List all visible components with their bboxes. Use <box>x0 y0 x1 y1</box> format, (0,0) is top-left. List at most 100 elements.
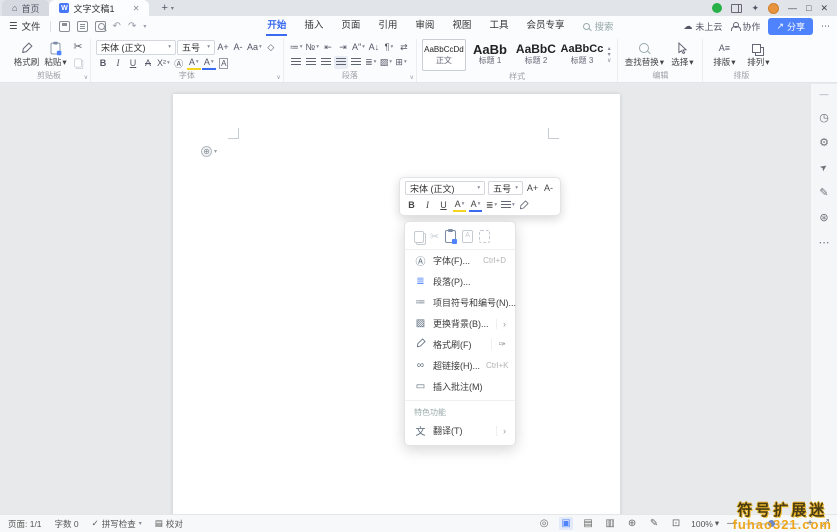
web-layout-icon[interactable]: ⊕ <box>625 517 639 530</box>
sidebar-collapse-icon[interactable]: — <box>820 89 829 99</box>
ink-tool-icon[interactable]: ✎ <box>647 517 661 530</box>
minimize-button[interactable]: — <box>788 3 797 13</box>
font-color-button[interactable]: A ▾ <box>201 57 216 70</box>
mini-line-spacing-button[interactable]: ≣ ▾ <box>485 198 498 212</box>
align-center-button[interactable] <box>304 56 318 69</box>
paragraph-dialog-launcher-icon[interactable]: ∨ <box>410 74 414 81</box>
decrease-indent-button[interactable]: ⇤ <box>321 41 335 54</box>
ctx-item-font[interactable]: Ⓐ 字体(F)... Ctrl+D <box>405 250 515 271</box>
ctx-item-insert-comment[interactable]: ▭ 插入批注(M) <box>405 376 515 397</box>
new-tab-button[interactable]: + ▾ <box>161 2 173 14</box>
shading-button[interactable]: ▨ ▾ <box>379 56 393 69</box>
redo-icon[interactable]: ↷ <box>128 21 136 32</box>
tab-insert[interactable]: 插入 <box>295 16 332 36</box>
read-mode-icon[interactable]: ▥ <box>603 517 617 530</box>
mini-format-painter-button[interactable] <box>518 198 531 212</box>
spellcheck-button[interactable]: ✓ 拼写检查 ▾ <box>92 518 142 530</box>
ctx-item-hyperlink[interactable]: ∞ 超链接(H)... Ctrl+K <box>405 355 515 376</box>
mini-underline-button[interactable]: U <box>437 198 450 212</box>
pin-icon[interactable]: ✑ <box>491 339 506 350</box>
tab-page[interactable]: 页面 <box>332 16 369 36</box>
seal-icon[interactable]: ⊛ <box>819 211 828 224</box>
underline-button[interactable]: U <box>126 57 140 70</box>
ctx-paste-special-icon[interactable] <box>479 230 491 243</box>
properties-icon[interactable]: ⚙ <box>819 136 829 149</box>
workspace-icon[interactable] <box>731 3 743 13</box>
highlight-button[interactable]: A ▾ <box>186 57 201 70</box>
assistant-icon[interactable] <box>712 3 723 13</box>
clear-format-button[interactable]: ◇ <box>264 41 278 54</box>
tab-review[interactable]: 审阅 <box>406 16 443 36</box>
mini-italic-button[interactable]: I <box>421 198 434 212</box>
mini-font-family-select[interactable]: 宋体 (正文) ▾ <box>405 181 486 195</box>
mini-shrink-font-button[interactable]: A- <box>542 181 555 195</box>
arrange-button[interactable]: 排列 ▾ <box>742 41 774 68</box>
ctx-item-change-background[interactable]: ▨ 更换背景(B)... › <box>405 313 515 334</box>
tab-start[interactable]: 开始 <box>258 16 295 36</box>
annotate-pen-icon[interactable]: ✎ <box>819 186 828 199</box>
avatar[interactable] <box>768 2 780 14</box>
cut-icon[interactable]: ✂ <box>71 40 85 53</box>
word-count[interactable]: 字数 0 <box>55 518 79 530</box>
share-button[interactable]: ↗ 分享 <box>768 17 813 35</box>
close-button[interactable]: ✕ <box>820 3 828 14</box>
cloud-status[interactable]: ☁ 未上云 <box>683 20 722 33</box>
mini-bold-button[interactable]: B <box>405 198 418 212</box>
change-case-button[interactable]: Aa ▾ <box>246 41 263 54</box>
ctx-item-translate[interactable]: 文 翻译(T) › <box>405 420 515 441</box>
print-layout-view-icon[interactable]: ▣ <box>559 517 574 530</box>
paste-button[interactable]: 粘贴 ▾ <box>42 41 69 68</box>
search-box[interactable]: 搜索 <box>583 19 613 33</box>
increase-indent-button[interactable]: ⇥ <box>336 41 350 54</box>
sidebar-more-icon[interactable]: ⋯ <box>819 236 830 249</box>
typeset-button[interactable]: A≡ 排版 ▾ <box>708 41 740 68</box>
outline-view-icon[interactable]: ▤ <box>581 517 595 530</box>
align-right-button[interactable] <box>319 56 333 69</box>
numbering-button[interactable]: № ▾ <box>305 41 320 54</box>
fit-page-icon[interactable]: ⊡ <box>669 517 683 530</box>
settings-icon[interactable]: ✦ <box>751 3 759 14</box>
tab-reference[interactable]: 引用 <box>369 16 406 36</box>
zoom-level[interactable]: 100% ▾ <box>691 518 719 529</box>
line-spacing-button[interactable]: ≣ ▾ <box>364 56 378 69</box>
ctx-item-bullets-numbering[interactable]: ≔ 项目符号和编号(N)... <box>405 292 517 313</box>
styles-more-icon[interactable]: ∨ <box>607 58 611 64</box>
ctx-paste-text-icon[interactable] <box>462 230 474 243</box>
mini-font-color-button[interactable]: A ▾ <box>469 198 482 212</box>
enclose-character-button[interactable]: Ⓐ <box>172 57 186 70</box>
undo-icon[interactable]: ↶ <box>113 21 121 32</box>
font-dialog-launcher-icon[interactable]: ∨ <box>276 74 280 81</box>
borders-button[interactable]: ⊞ ▾ <box>394 56 408 69</box>
page-tool-button[interactable]: ⊕ ▾ <box>201 146 217 157</box>
document-page[interactable] <box>173 94 620 514</box>
tab-home[interactable]: ⌂ 首页 <box>2 0 50 16</box>
character-shading-button[interactable]: A <box>217 57 231 70</box>
ctx-paste-icon[interactable] <box>445 229 458 244</box>
save-icon[interactable] <box>58 20 70 32</box>
style-heading2[interactable]: AaBbC 标题 2 <box>514 39 558 71</box>
mini-align-button[interactable]: ▾ <box>501 198 515 212</box>
align-left-button[interactable] <box>289 56 303 69</box>
sort-button[interactable]: A↓ <box>367 41 381 54</box>
find-replace-button[interactable]: 查找替换 ▾ <box>623 41 665 68</box>
ctx-item-format-painter[interactable]: 格式刷(F) ✑ <box>405 334 515 355</box>
ctx-item-paragraph[interactable]: ≣ 段落(P)... <box>405 271 515 292</box>
style-normal[interactable]: AaBbCcDd 正文 <box>421 39 466 71</box>
show-marks-button[interactable]: ¶ ▾ <box>382 41 396 54</box>
grow-font-button[interactable]: A+ <box>216 41 230 54</box>
justify-button[interactable] <box>333 55 348 69</box>
font-size-select[interactable]: 五号 ▾ <box>177 39 215 55</box>
customize-toolbar-icon[interactable]: ▾ <box>143 23 146 30</box>
print-preview-icon[interactable] <box>94 20 106 32</box>
format-painter-button[interactable]: 格式刷 <box>13 41 40 68</box>
shrink-font-button[interactable]: A- <box>231 41 245 54</box>
eye-protect-icon[interactable]: ◎ <box>537 517 551 530</box>
clipboard-dialog-launcher-icon[interactable]: ∨ <box>84 74 88 81</box>
proofread-button[interactable]: ▤ 校对 <box>155 518 183 530</box>
mini-highlight-button[interactable]: A ▾ <box>453 198 466 212</box>
collaborate-button[interactable]: 协作 <box>730 20 760 33</box>
copy-icon[interactable] <box>71 56 85 69</box>
more-icon[interactable]: ⋯ <box>821 21 830 32</box>
mini-font-size-select[interactable]: 五号 ▾ <box>488 181 523 195</box>
style-heading1[interactable]: AaBb 标题 1 <box>468 39 512 71</box>
